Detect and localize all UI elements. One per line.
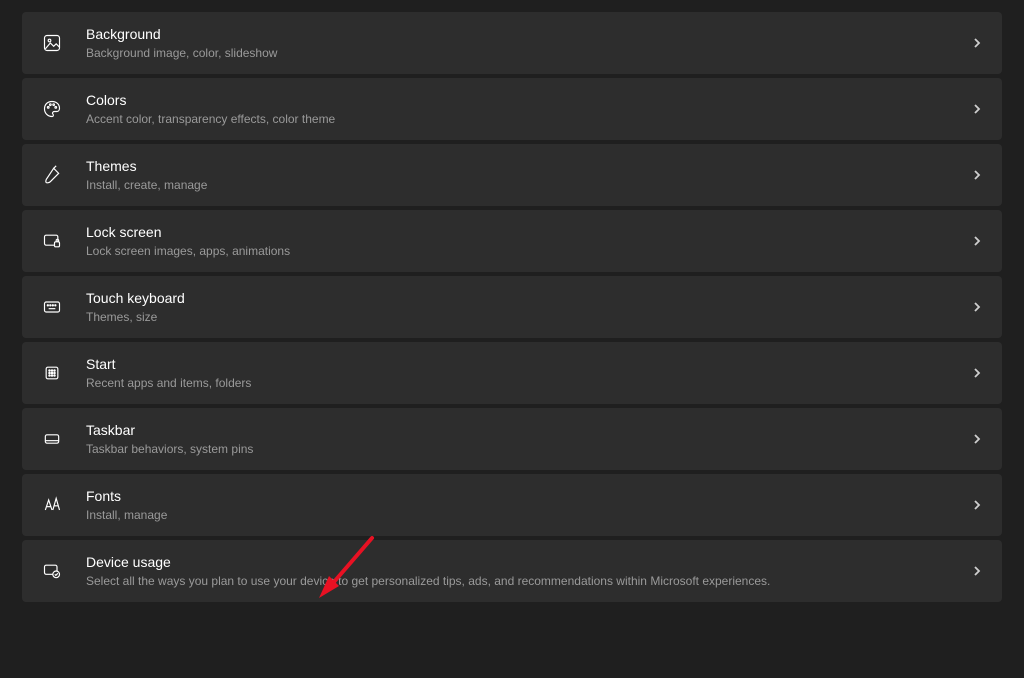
setting-row-taskbar[interactable]: Taskbar Taskbar behaviors, system pins [22, 408, 1002, 470]
setting-row-start[interactable]: Start Recent apps and items, folders [22, 342, 1002, 404]
device-usage-icon [40, 559, 64, 583]
setting-row-lockscreen[interactable]: Lock screen Lock screen images, apps, an… [22, 210, 1002, 272]
row-text: Colors Accent color, transparency effect… [86, 91, 970, 127]
row-text: Device usage Select all the ways you pla… [86, 553, 970, 589]
row-title: Taskbar [86, 421, 970, 440]
chevron-right-icon [970, 366, 984, 380]
taskbar-icon [40, 427, 64, 451]
row-title: Fonts [86, 487, 970, 506]
keyboard-icon [40, 295, 64, 319]
row-title: Touch keyboard [86, 289, 970, 308]
row-title: Colors [86, 91, 970, 110]
row-title: Themes [86, 157, 970, 176]
row-title: Start [86, 355, 970, 374]
row-title: Device usage [86, 553, 970, 572]
setting-row-themes[interactable]: Themes Install, create, manage [22, 144, 1002, 206]
row-desc: Taskbar behaviors, system pins [86, 441, 970, 457]
row-desc: Install, manage [86, 507, 970, 523]
row-text: Fonts Install, manage [86, 487, 970, 523]
row-text: Touch keyboard Themes, size [86, 289, 970, 325]
row-desc: Install, create, manage [86, 177, 970, 193]
chevron-right-icon [970, 564, 984, 578]
image-icon [40, 31, 64, 55]
row-desc: Themes, size [86, 309, 970, 325]
chevron-right-icon [970, 300, 984, 314]
chevron-right-icon [970, 234, 984, 248]
setting-row-background[interactable]: Background Background image, color, slid… [22, 12, 1002, 74]
row-desc: Lock screen images, apps, animations [86, 243, 970, 259]
chevron-right-icon [970, 498, 984, 512]
setting-row-touchkeyboard[interactable]: Touch keyboard Themes, size [22, 276, 1002, 338]
row-title: Lock screen [86, 223, 970, 242]
chevron-right-icon [970, 432, 984, 446]
row-text: Lock screen Lock screen images, apps, an… [86, 223, 970, 259]
paintbrush-icon [40, 163, 64, 187]
palette-icon [40, 97, 64, 121]
lockscreen-icon [40, 229, 64, 253]
setting-row-colors[interactable]: Colors Accent color, transparency effect… [22, 78, 1002, 140]
chevron-right-icon [970, 36, 984, 50]
chevron-right-icon [970, 168, 984, 182]
start-menu-icon [40, 361, 64, 385]
row-text: Themes Install, create, manage [86, 157, 970, 193]
setting-row-device-usage[interactable]: Device usage Select all the ways you pla… [22, 540, 1002, 602]
row-text: Start Recent apps and items, folders [86, 355, 970, 391]
fonts-icon [40, 493, 64, 517]
settings-list: Background Background image, color, slid… [0, 0, 1024, 628]
row-desc: Select all the ways you plan to use your… [86, 573, 970, 589]
row-desc: Recent apps and items, folders [86, 375, 970, 391]
row-title: Background [86, 25, 970, 44]
row-text: Background Background image, color, slid… [86, 25, 970, 61]
row-text: Taskbar Taskbar behaviors, system pins [86, 421, 970, 457]
row-desc: Accent color, transparency effects, colo… [86, 111, 970, 127]
setting-row-fonts[interactable]: Fonts Install, manage [22, 474, 1002, 536]
row-desc: Background image, color, slideshow [86, 45, 970, 61]
chevron-right-icon [970, 102, 984, 116]
